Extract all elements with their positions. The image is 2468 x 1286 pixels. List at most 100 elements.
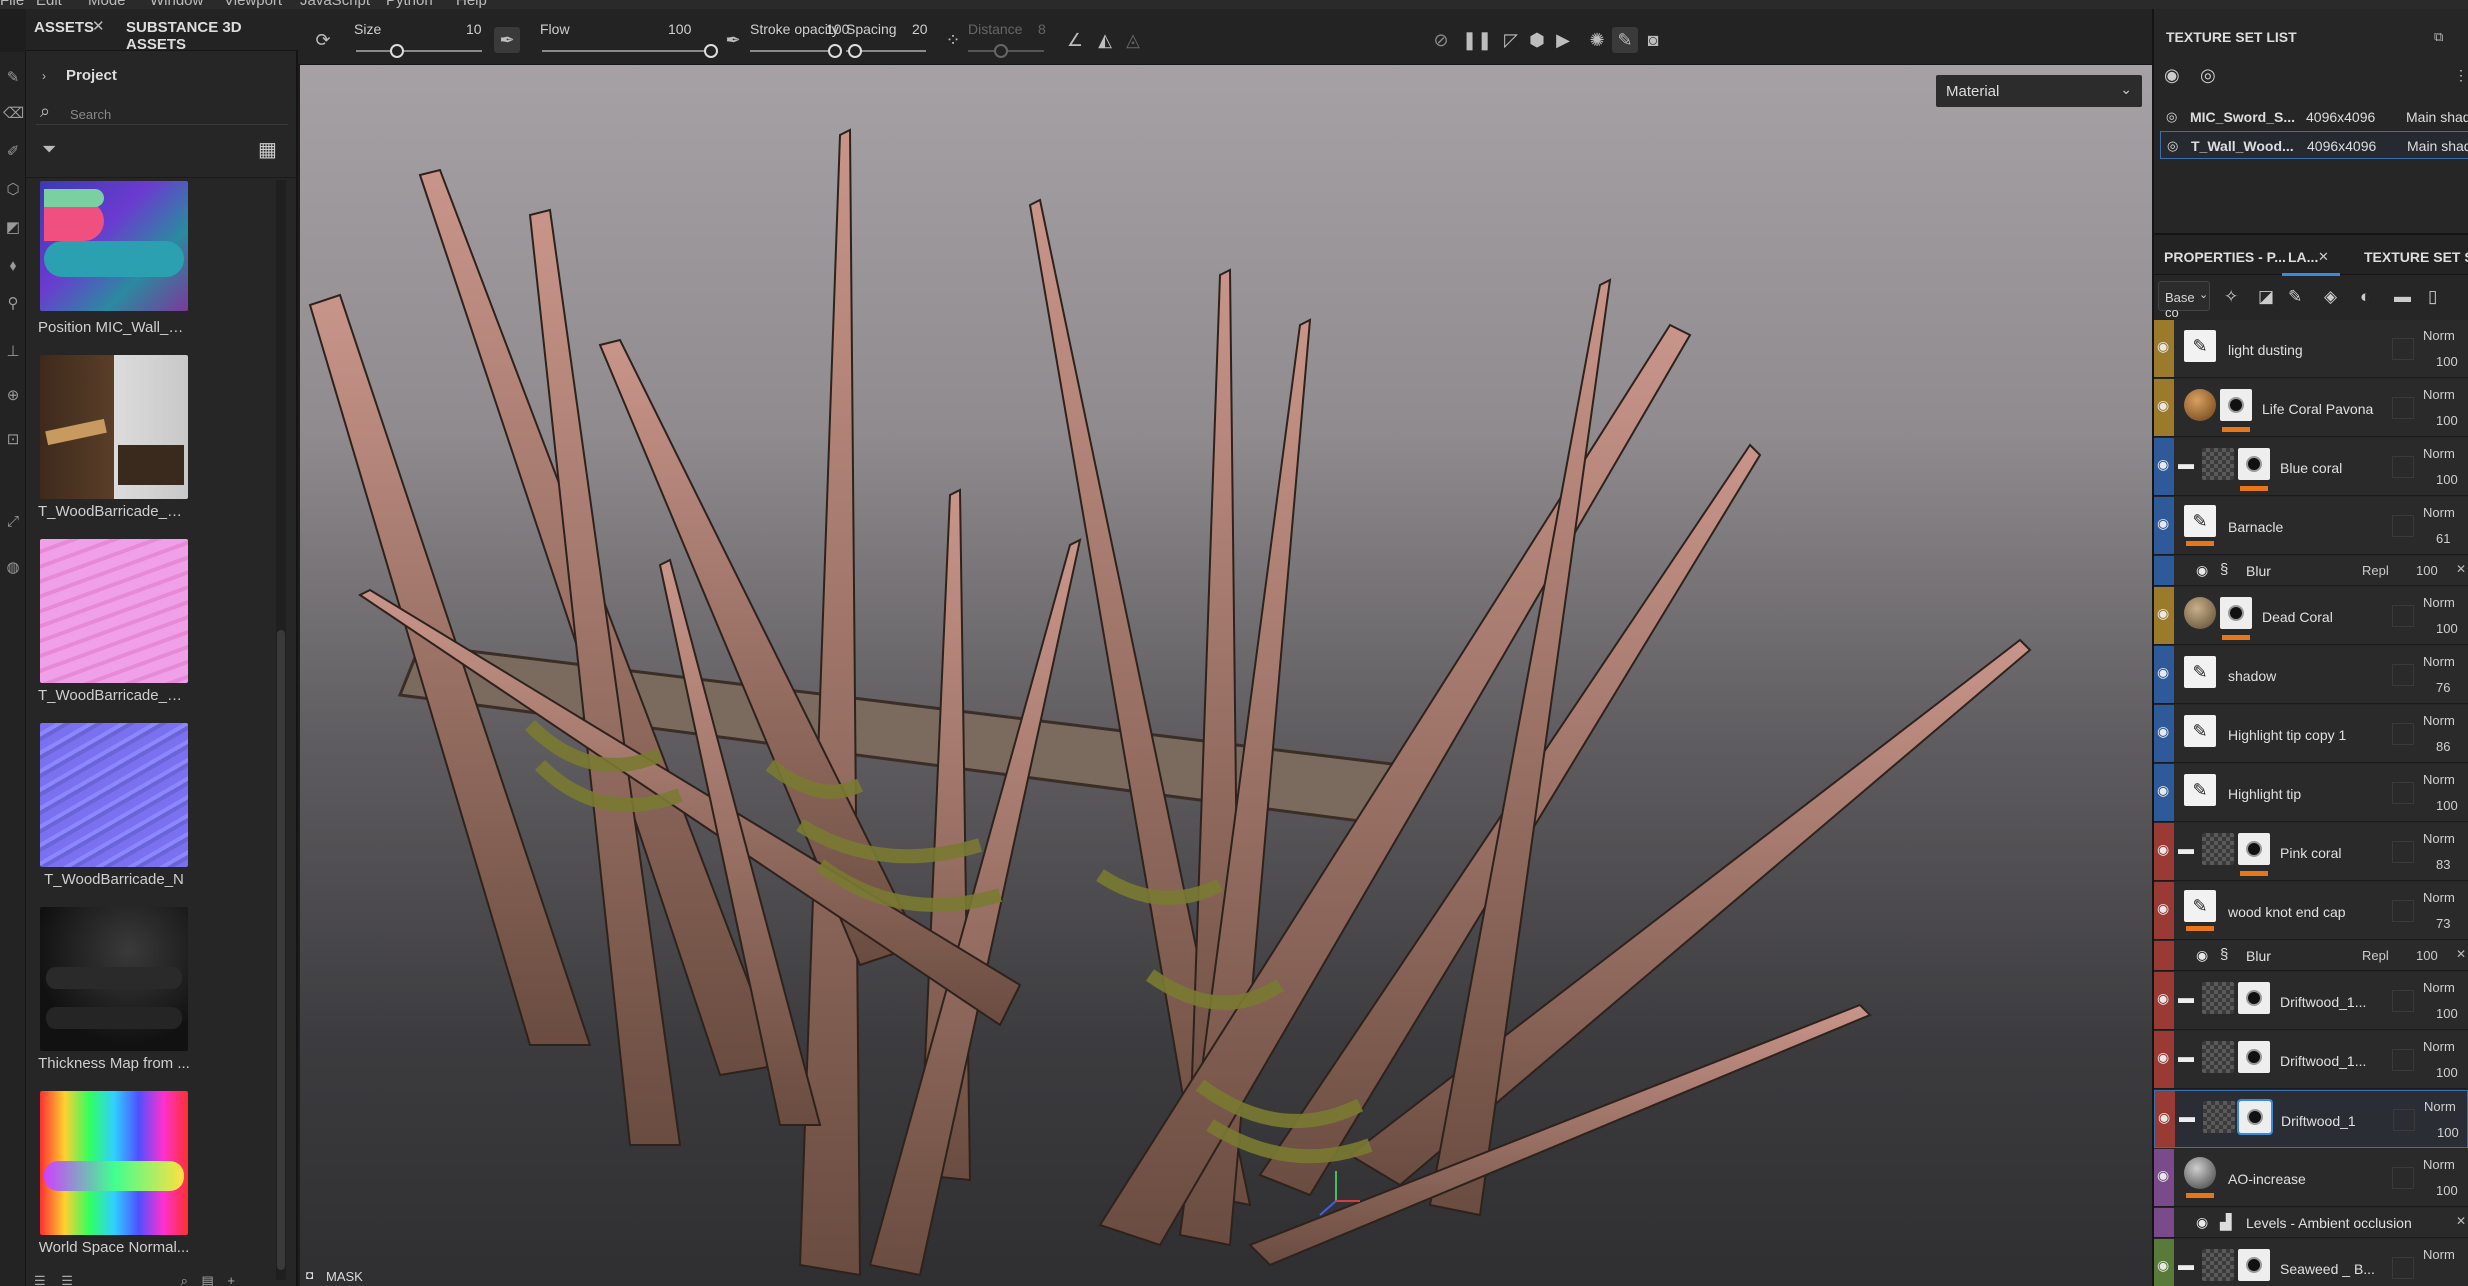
layer-row[interactable]: ◉ ▬ Driftwood_1... Norm 100 bbox=[2154, 1031, 2468, 1089]
anchor-icon[interactable]: ⊡ bbox=[3, 430, 23, 450]
visibility-eye-icon[interactable]: ◉ bbox=[2157, 990, 2169, 1007]
close-icon[interactable]: ✕ bbox=[2456, 562, 2466, 576]
clone-icon[interactable]: ⬧ bbox=[3, 256, 23, 276]
visibility-eye-icon[interactable]: ◉ bbox=[2196, 1214, 2208, 1231]
stroke-opacity-slider-handle[interactable] bbox=[828, 44, 842, 58]
menu-javascript[interactable]: JavaScript bbox=[300, 0, 370, 9]
transform-icon[interactable]: ⤢ bbox=[3, 512, 23, 532]
layer-blend-mode[interactable]: Norm bbox=[2423, 713, 2455, 728]
spacing-value[interactable]: 20 bbox=[912, 21, 928, 37]
layer-blend-mode[interactable]: Norm bbox=[2423, 890, 2455, 905]
layer-mask-slot[interactable] bbox=[2392, 397, 2414, 419]
close-icon[interactable]: ✕ bbox=[92, 17, 105, 35]
layer-blend-mode[interactable]: Norm bbox=[2423, 595, 2455, 610]
camera-view-icon[interactable]: ▶ bbox=[1550, 27, 1576, 53]
list-icon[interactable]: ☰ bbox=[34, 1273, 46, 1286]
filter-icon[interactable]: ⏷ bbox=[42, 139, 56, 160]
asset-thumbnail[interactable] bbox=[40, 539, 188, 683]
layer-name[interactable]: Driftwood_1 bbox=[2281, 1113, 2356, 1129]
search-icon[interactable]: ⌕ bbox=[181, 1273, 188, 1286]
layer-mask-slot[interactable] bbox=[2392, 1049, 2414, 1071]
lazy-mouse-icon[interactable]: ⟳ bbox=[310, 27, 336, 53]
tab-assets[interactable]: ASSETS bbox=[34, 19, 94, 36]
flow-slider-handle[interactable] bbox=[704, 44, 718, 58]
layer-name[interactable]: shadow bbox=[2228, 668, 2276, 684]
distance-value[interactable]: 8 bbox=[1038, 21, 1046, 37]
stroke-opacity-slider[interactable] bbox=[750, 50, 836, 52]
layer-row[interactable]: ◉ Life Coral Pavona Norm 100 bbox=[2154, 379, 2468, 437]
layer-opacity[interactable]: 100 bbox=[2436, 1006, 2458, 1021]
layer-blend-mode[interactable]: Norm bbox=[2423, 1247, 2455, 1262]
layer-mask-icon[interactable] bbox=[2220, 597, 2252, 629]
layer-mask-slot[interactable] bbox=[2392, 515, 2414, 537]
layer-mask-icon[interactable] bbox=[2238, 1041, 2270, 1073]
folder-icon[interactable]: ▬ bbox=[2179, 1109, 2195, 1127]
pressure-flow-icon[interactable]: ✒ bbox=[720, 27, 746, 53]
effect-blend-mode[interactable]: Repl bbox=[2362, 563, 2389, 578]
projection-icon[interactable]: ✐ bbox=[3, 142, 23, 162]
layer-row[interactable]: ◉ ✎ wood knot end cap Norm 73 bbox=[2154, 882, 2468, 940]
visibility-eye-icon[interactable]: ◉ bbox=[2157, 782, 2169, 799]
layer-blend-mode[interactable]: Norm bbox=[2423, 772, 2455, 787]
search-input[interactable]: ⌕ Search bbox=[36, 99, 288, 125]
visibility-eye-icon[interactable]: ◉ bbox=[2157, 1049, 2169, 1066]
layer-mask-icon[interactable] bbox=[2238, 982, 2270, 1014]
display-settings-icon[interactable]: ◸ bbox=[1498, 27, 1524, 53]
tab-properties[interactable]: PROPERTIES - P... bbox=[2164, 249, 2286, 265]
layer-row[interactable]: ◉ AO-increase Norm 100 bbox=[2154, 1149, 2468, 1207]
layer-blend-mode[interactable]: Norm bbox=[2424, 1099, 2456, 1114]
import-icon[interactable]: ▤ bbox=[201, 1273, 213, 1286]
distance-slider-handle[interactable] bbox=[994, 44, 1008, 58]
visibility-eye-icon[interactable]: ◉ bbox=[2157, 723, 2169, 740]
visibility-eye-icon[interactable]: ◉ bbox=[2157, 397, 2169, 414]
spacing-slider-handle[interactable] bbox=[848, 44, 862, 58]
channel-select[interactable]: Base co ⌄ bbox=[2158, 281, 2210, 320]
effect-row[interactable]: ◉ § Blur Repl 100 ✕ bbox=[2154, 556, 2468, 586]
layer-opacity[interactable]: 73 bbox=[2436, 916, 2450, 931]
close-icon[interactable]: ✕ bbox=[2456, 947, 2466, 961]
layer-mask-icon[interactable] bbox=[2238, 1249, 2270, 1281]
visibility-eye-icon[interactable]: ◉ bbox=[2157, 456, 2169, 473]
effect-opacity[interactable]: 100 bbox=[2416, 948, 2438, 963]
add-folder-icon[interactable]: ▬ bbox=[2394, 287, 2411, 307]
asset-thumbnail[interactable] bbox=[40, 1091, 188, 1235]
layer-mask-slot[interactable] bbox=[2392, 605, 2414, 627]
stroke-dots-icon[interactable]: ⁘ bbox=[940, 27, 966, 53]
layer-opacity[interactable]: 100 bbox=[2436, 1183, 2458, 1198]
hide-ui-icon[interactable]: ⊘ bbox=[1428, 27, 1454, 53]
layer-opacity[interactable]: 100 bbox=[2436, 354, 2458, 369]
layer-name[interactable]: Pink coral bbox=[2280, 845, 2341, 861]
project-label[interactable]: Project bbox=[66, 67, 117, 84]
visibility-eye-icon[interactable]: ◉ bbox=[2157, 841, 2169, 858]
layer-name[interactable]: wood knot end cap bbox=[2228, 904, 2346, 920]
add-mask-icon[interactable]: ◪ bbox=[2258, 287, 2274, 307]
layer-name[interactable]: AO-increase bbox=[2228, 1171, 2306, 1187]
menu-icon[interactable]: ⋮ bbox=[2454, 67, 2468, 84]
folder-icon[interactable]: ▬ bbox=[2178, 990, 2194, 1008]
visibility-eye-icon[interactable]: ◉ bbox=[2157, 338, 2169, 355]
layer-blend-mode[interactable]: Norm bbox=[2423, 831, 2455, 846]
effect-name[interactable]: Levels - Ambient occlusion bbox=[2246, 1215, 2412, 1231]
asset-thumbnail[interactable] bbox=[40, 723, 188, 867]
layer-mask-slot[interactable] bbox=[2392, 782, 2414, 804]
symmetry-alt-icon[interactable]: ◬ bbox=[1120, 27, 1146, 53]
layer-mask-slot[interactable] bbox=[2392, 1167, 2414, 1189]
effect-blend-mode[interactable]: Repl bbox=[2362, 948, 2389, 963]
add-paint-layer-icon[interactable]: ✎ bbox=[2288, 287, 2302, 307]
layer-opacity[interactable]: 100 bbox=[2436, 621, 2458, 636]
layer-mask-slot[interactable] bbox=[2392, 1257, 2414, 1279]
flow-slider[interactable] bbox=[542, 50, 710, 52]
visibility-eye-icon[interactable]: ◉ bbox=[2158, 1109, 2170, 1126]
list-icon[interactable]: ☰ bbox=[61, 1273, 73, 1286]
layer-opacity[interactable]: 83 bbox=[2436, 857, 2450, 872]
angle-icon[interactable]: ∠ bbox=[1062, 27, 1088, 53]
layer-name[interactable]: Life Coral Pavona bbox=[2262, 401, 2373, 417]
layer-row[interactable]: ◉ ✎ shadow Norm 76 bbox=[2154, 646, 2468, 704]
layer-row[interactable]: ◉ ✎ Highlight tip copy 1 Norm 86 bbox=[2154, 705, 2468, 763]
layer-row[interactable]: ◉ ▬ Blue coral Norm 100 bbox=[2154, 438, 2468, 496]
tab-layers[interactable]: LA... bbox=[2288, 249, 2318, 265]
layer-row[interactable]: ◉ ▬ Seaweed _ B... Norm bbox=[2154, 1239, 2468, 1286]
material-view-dropdown[interactable]: Material ⌄ bbox=[1936, 75, 2142, 107]
texture-set-row[interactable]: ◎ MIC_Sword_S... 4096x4096 Main shade bbox=[2160, 103, 2468, 131]
layer-name[interactable]: Dead Coral bbox=[2262, 609, 2333, 625]
